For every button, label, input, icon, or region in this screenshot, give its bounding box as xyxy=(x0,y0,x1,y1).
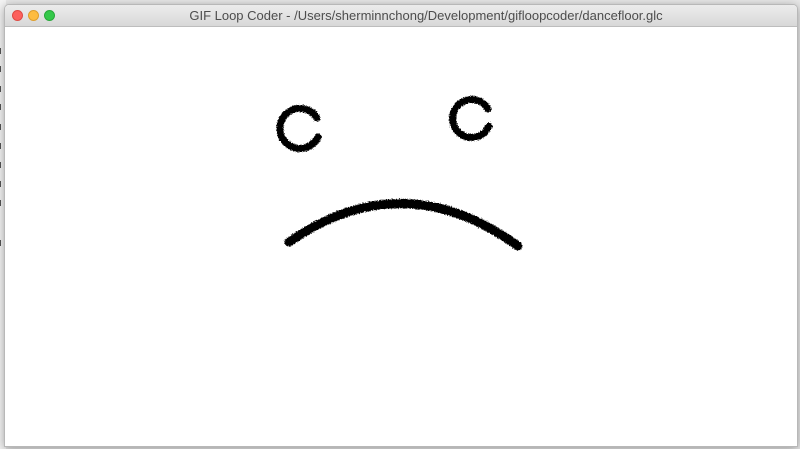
menu-bar-clock-fragment xyxy=(618,444,728,449)
close-button[interactable] xyxy=(12,10,23,21)
right-eye xyxy=(449,96,493,141)
minimize-button[interactable] xyxy=(28,10,39,21)
frown-mouth xyxy=(284,199,523,251)
title-bar[interactable]: GIF Loop Coder - /Users/sherminnchong/De… xyxy=(5,5,797,27)
frowning-face-drawing xyxy=(276,96,523,251)
left-eye xyxy=(276,104,322,152)
zoom-button[interactable] xyxy=(44,10,55,21)
drawing-canvas xyxy=(5,27,797,446)
app-window: GIF Loop Coder - /Users/sherminnchong/De… xyxy=(4,4,798,447)
window-title: GIF Loop Coder - /Users/sherminnchong/De… xyxy=(189,8,663,23)
